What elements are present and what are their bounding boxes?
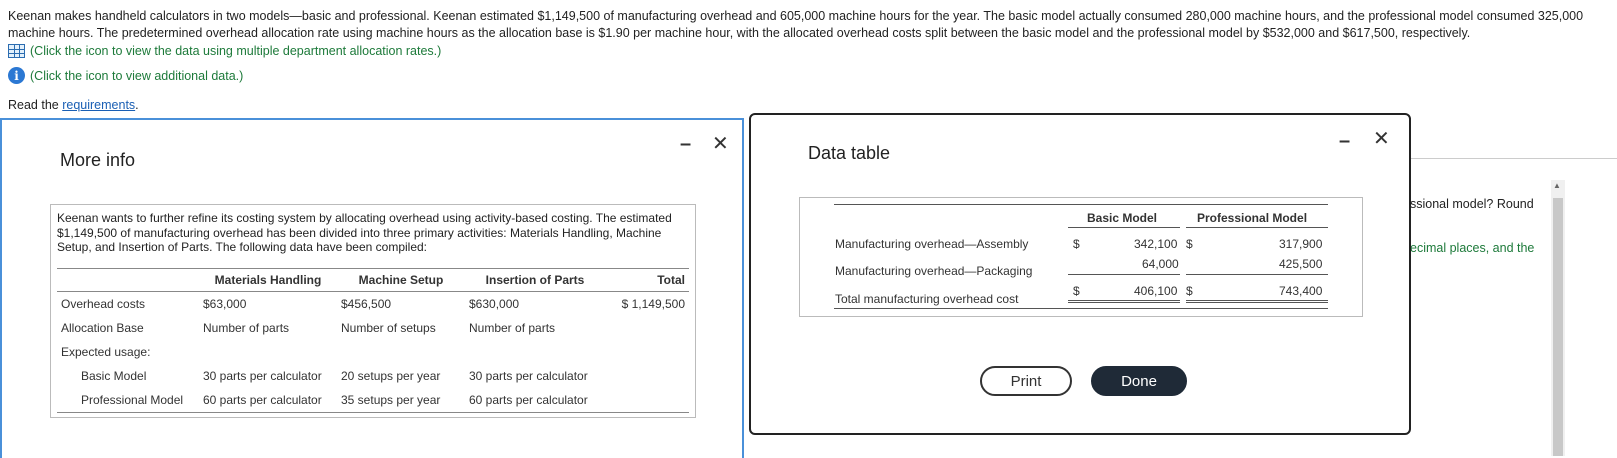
minimize-icon[interactable]: –	[1339, 131, 1350, 151]
cell: Number of setups	[341, 321, 436, 335]
total-double-underline-basic	[1068, 300, 1180, 303]
header-total: Total	[605, 268, 689, 292]
more-info-description: Keenan wants to further refine its costi…	[57, 211, 672, 254]
total-double-underline-prof	[1186, 300, 1328, 303]
basic-assembly-value: 342,100	[1134, 237, 1178, 251]
row-label-total: Total manufacturing overhead cost	[835, 292, 1019, 306]
basic-packaging-value: 64,000	[1142, 257, 1179, 271]
scroll-up-arrow-icon[interactable]: ▲	[1553, 181, 1561, 190]
header-professional-model: Professional Model	[1197, 211, 1308, 225]
more-info-modal: More info – ✕ Keenan wants to further re…	[0, 118, 744, 458]
activity-table: Materials Handling Machine Setup Inserti…	[57, 268, 689, 413]
cell	[605, 340, 689, 364]
background-question-text: ssional model? Round	[1410, 197, 1534, 211]
cell	[337, 340, 465, 364]
row-label: Expected usage:	[61, 345, 151, 359]
read-requirements: Read the requirements.	[8, 98, 139, 112]
cell: 30 parts per calculator	[469, 369, 588, 383]
cell-total: $ 1,149,500	[621, 297, 685, 311]
cell: Number of parts	[203, 321, 290, 335]
cell: 30 parts per calculator	[203, 369, 322, 383]
row-label-packaging: Manufacturing overhead—Packaging	[835, 264, 1033, 278]
cell: $630,000	[469, 297, 520, 311]
background-hint-text: ecimal places, and the	[1410, 241, 1535, 255]
prof-assembly-value: 317,900	[1279, 237, 1323, 251]
info-icon[interactable]: i	[8, 67, 25, 84]
cell: 35 setups per year	[337, 388, 465, 413]
cell: 60 parts per calculator	[199, 388, 337, 413]
more-info-content: Keenan wants to further refine its costi…	[50, 204, 696, 418]
cell: Number of parts	[469, 321, 556, 335]
print-button[interactable]: Print	[980, 366, 1072, 396]
cell: 60 parts per calculator	[465, 388, 605, 413]
header-machine-setup: Machine Setup	[337, 268, 465, 292]
data-table-content: Basic Model Professional Model Manufactu…	[799, 197, 1363, 317]
read-suffix: .	[135, 98, 139, 112]
cell: $456,500	[341, 297, 392, 311]
requirements-link[interactable]: requirements	[62, 98, 135, 112]
table-top-rule	[834, 204, 1328, 205]
minimize-icon[interactable]: –	[680, 134, 691, 154]
table-row: Overhead costs $63,000 $456,500 $630,000…	[57, 292, 689, 317]
subtotal-underline-basic	[1068, 274, 1180, 275]
cell	[605, 364, 689, 388]
cell	[465, 340, 605, 364]
dollar-sign: $	[1073, 284, 1080, 298]
header-underline-basic	[1068, 227, 1180, 228]
cell	[605, 316, 689, 340]
prof-packaging-value: 425,500	[1279, 257, 1323, 271]
data-table-title: Data table	[808, 143, 891, 163]
table-row: Expected usage:	[57, 340, 689, 364]
row-label: Professional Model	[57, 388, 199, 413]
dollar-sign: $	[1073, 237, 1080, 251]
background-divider	[1410, 158, 1617, 159]
prof-total-value: 743,400	[1279, 284, 1323, 298]
table-row: Allocation Base Number of parts Number o…	[57, 316, 689, 340]
row-label-assembly: Manufacturing overhead—Assembly	[835, 237, 1029, 251]
table-row: Professional Model 60 parts per calculat…	[57, 388, 689, 413]
multi-dept-link-text[interactable]: (Click the icon to view the data using m…	[30, 44, 441, 58]
dollar-sign: $	[1186, 284, 1193, 298]
scrollbar-thumb[interactable]	[1553, 198, 1563, 456]
multi-dept-data-link[interactable]: (Click the icon to view the data using m…	[8, 44, 441, 58]
close-icon[interactable]: ✕	[1373, 129, 1390, 149]
header-insertion-parts: Insertion of Parts	[465, 268, 605, 292]
table-icon[interactable]	[8, 44, 25, 58]
basic-total-value: 406,100	[1134, 284, 1178, 298]
close-icon[interactable]: ✕	[712, 134, 729, 154]
cell: 20 setups per year	[341, 369, 441, 383]
done-button[interactable]: Done	[1091, 366, 1187, 396]
header-blank	[57, 268, 199, 292]
more-info-title: More info	[60, 150, 136, 170]
additional-data-link-text[interactable]: (Click the icon to view additional data.…	[30, 69, 243, 83]
cell	[605, 388, 689, 413]
header-basic-model: Basic Model	[1087, 211, 1158, 225]
row-label: Allocation Base	[61, 321, 144, 335]
cell	[199, 340, 337, 364]
header-materials-handling: Materials Handling	[199, 268, 337, 292]
row-label: Overhead costs	[61, 297, 146, 311]
additional-data-link[interactable]: i (Click the icon to view additional dat…	[8, 67, 243, 84]
problem-text: Keenan makes handheld calculators in two…	[8, 9, 1584, 40]
cell: $63,000	[203, 297, 247, 311]
header-underline-prof	[1186, 227, 1328, 228]
dollar-sign: $	[1186, 237, 1193, 251]
data-table-modal: Data table – ✕ Basic Model Professional …	[749, 113, 1411, 435]
table-row: Basic Model 30 parts per calculator 20 s…	[57, 364, 689, 388]
read-prefix: Read the	[8, 98, 63, 112]
table-bottom-rule	[834, 308, 1328, 309]
row-label: Basic Model	[81, 369, 147, 383]
subtotal-underline-prof	[1186, 274, 1328, 275]
